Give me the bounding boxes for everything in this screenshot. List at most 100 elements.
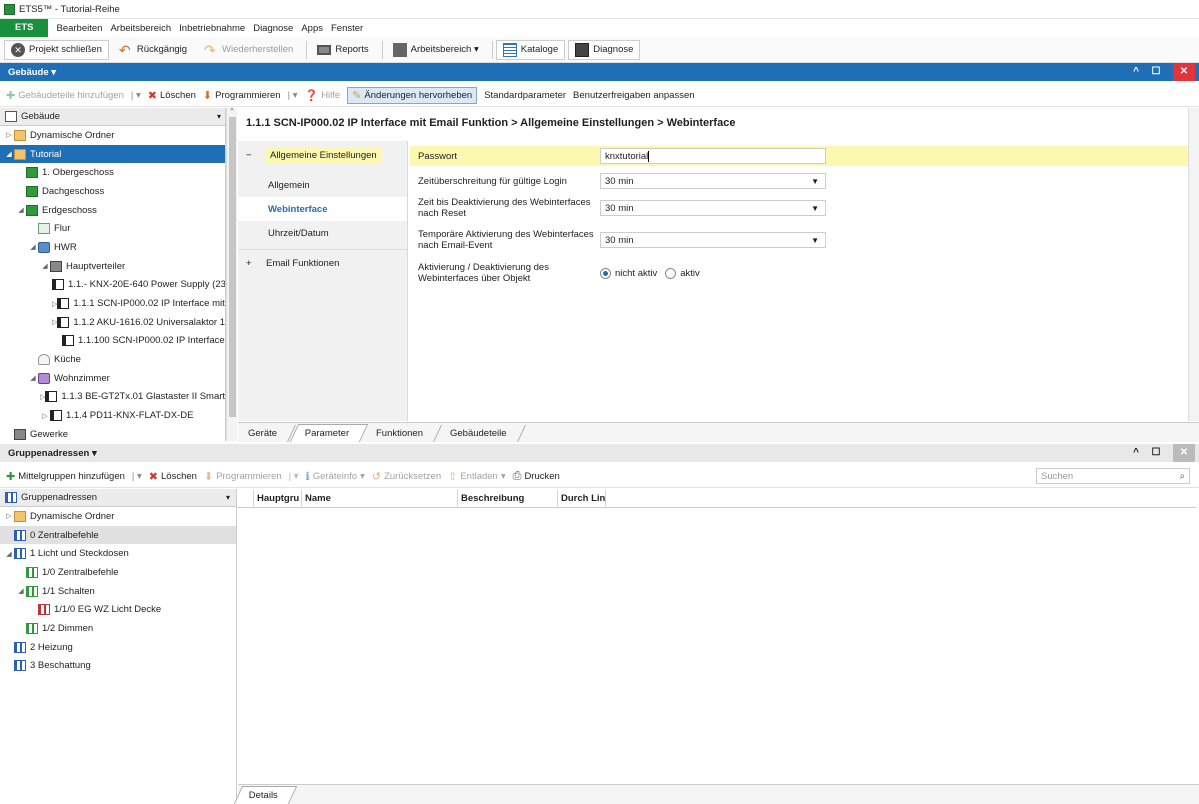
unload-button[interactable]: ⇧ Entladen ▾	[448, 470, 506, 483]
add-dropdown-arrow[interactable]: | ▾	[131, 90, 141, 101]
menu-bearbeiten[interactable]: Bearbeiten	[56, 23, 102, 34]
expand-toggle-icon[interactable]: ▷	[4, 131, 14, 139]
close-icon[interactable]: ✕	[1173, 444, 1195, 462]
login-timeout-select[interactable]: 30 min ▼	[600, 173, 826, 189]
chevron-up-icon[interactable]: ^	[1127, 444, 1145, 462]
group-addresses-panel-title[interactable]: Gruppenadressen ▾	[8, 448, 97, 459]
menu-inbetriebnahme[interactable]: Inbetriebnahme	[179, 23, 245, 34]
building-tree-item[interactable]: ◢ Tutorial	[0, 144, 225, 164]
building-tree-item[interactable]: ▷ Dynamische Ordner	[0, 126, 225, 145]
ets-menu-tab[interactable]: ETS	[0, 19, 49, 37]
column-name[interactable]: Name	[302, 489, 458, 508]
reports-button[interactable]: Reports	[310, 40, 375, 60]
program-button[interactable]: ⬇ Programmieren	[203, 89, 281, 102]
parameter-scrollbar[interactable]	[1188, 108, 1199, 421]
nav-item-allgemein[interactable]: Allgemein	[238, 173, 407, 197]
add-building-parts-button[interactable]: ✚ Gebäudeteile hinzufügen	[6, 89, 124, 102]
radio-nicht-aktiv-label[interactable]: nicht aktiv	[615, 268, 657, 279]
tab-funktionen[interactable]: Funktionen	[362, 425, 443, 442]
close-project-button[interactable]: ✕ Projekt schließen	[4, 39, 109, 60]
ga-program-dropdown-arrow[interactable]: | ▾	[289, 471, 299, 482]
expand-toggle-icon[interactable]: ◢	[28, 243, 38, 251]
building-tree-item[interactable]: ◢ Erdgeschoss	[0, 201, 225, 220]
ga-tree-item[interactable]: 1/2 Dimmen	[0, 619, 236, 638]
ga-delete-button[interactable]: ✖ Löschen	[149, 470, 197, 483]
delete-button[interactable]: ✖ Löschen	[148, 89, 196, 102]
building-tree-item[interactable]: Dachgeschoss	[0, 182, 225, 201]
building-tree-item[interactable]: ▷1.1.3 BE-GT2Tx.01 Glastaster II Smart m…	[0, 388, 225, 407]
building-tree-item[interactable]: ▷ 1.1.4 PD11-KNX-FLAT-DX-DE	[0, 406, 225, 425]
expand-toggle-icon[interactable]: ▷	[4, 512, 14, 520]
menu-fenster[interactable]: Fenster	[331, 23, 363, 34]
ga-program-button[interactable]: ⬇ Programmieren	[204, 470, 282, 483]
ga-tree-item[interactable]: 0 Zentralbefehle	[0, 525, 236, 545]
maximize-icon[interactable]: ☐	[1147, 63, 1165, 81]
expand-toggle-icon[interactable]: ◢	[28, 374, 38, 382]
radio-nicht-aktiv[interactable]	[600, 267, 611, 279]
column-beschreibung[interactable]: Beschreibung	[458, 489, 558, 508]
nav-group-general-settings[interactable]: − Allgemeine Einstellungen	[238, 141, 407, 169]
building-tree-item[interactable]: ▷ 1.1.1 SCN-IP000.02 IP Interface mit E..…	[0, 294, 225, 313]
add-dropdown-arrow[interactable]: | ▾	[132, 471, 142, 482]
expand-toggle-icon[interactable]: ◢	[40, 262, 50, 270]
tab-gebaeudeteile[interactable]: Gebäudeteile	[436, 425, 526, 442]
building-tree-item[interactable]: 1.1.- KNX-20E-640 Power Supply (230...	[0, 276, 225, 295]
tree-dropdown-arrow[interactable]: ▾	[226, 493, 230, 502]
close-icon[interactable]: ✕	[1173, 63, 1195, 81]
tab-details[interactable]: Details	[233, 786, 298, 804]
ga-tree-item[interactable]: 1/1/0 EG WZ Licht Decke	[0, 600, 236, 619]
add-middle-groups-button[interactable]: ✚ Mittelgruppen hinzufügen	[6, 470, 125, 483]
radio-aktiv-label[interactable]: aktiv	[680, 268, 700, 279]
diagnose-button[interactable]: Diagnose	[568, 39, 641, 60]
temp-activation-select[interactable]: 30 min ▼	[600, 232, 826, 248]
column-hauptgruppe[interactable]: Hauptgru	[254, 489, 302, 508]
expand-toggle-icon[interactable]: ◢	[4, 150, 14, 158]
nav-group-email-functions[interactable]: + Email Funktionen	[238, 249, 407, 277]
building-tree-item[interactable]: ▷1.1.2 AKU-1616.02 Universalaktor 16-f..…	[0, 313, 225, 332]
ga-tree-item[interactable]: ◢ 1/1 Schalten	[0, 582, 236, 601]
chevron-up-icon[interactable]: ^	[1127, 63, 1145, 81]
building-tree-item[interactable]: Flur	[0, 219, 225, 238]
ga-tree-item[interactable]: 2 Heizung	[0, 638, 236, 657]
program-dropdown-arrow[interactable]: | ▾	[288, 90, 298, 101]
ga-tree-item[interactable]: ▷ Dynamische Ordner	[0, 507, 236, 526]
deactivate-reset-select[interactable]: 30 min ▼	[600, 200, 826, 216]
maximize-icon[interactable]: ☐	[1147, 444, 1165, 462]
building-tree-item[interactable]: ◢ HWR	[0, 238, 225, 257]
password-input[interactable]: knxtutorial	[600, 148, 826, 164]
radio-aktiv[interactable]	[665, 267, 677, 279]
ga-tree-item[interactable]: ◢ 1 Licht und Steckdosen	[0, 544, 236, 563]
nav-item-webinterface[interactable]: Webinterface	[238, 197, 407, 221]
tab-geraete[interactable]: Geräte	[234, 425, 297, 442]
redo-button[interactable]: ↷ Wiederherstellen	[197, 40, 300, 60]
device-info-button[interactable]: ℹ Geräteinfo ▾	[306, 470, 365, 483]
tree-dropdown-arrow[interactable]: ▾	[217, 112, 221, 121]
catalogs-button[interactable]: Kataloge	[495, 39, 566, 60]
workspace-button[interactable]: Arbeitsbereich ▾	[386, 40, 486, 60]
expand-toggle-icon[interactable]: ▷	[40, 412, 50, 420]
building-tree-scrollbar[interactable]: ^	[226, 108, 237, 441]
building-tree-item[interactable]: Gewerke	[0, 425, 225, 441]
highlight-changes-button[interactable]: ✎ Änderungen hervorheben	[347, 87, 478, 104]
expand-toggle-icon[interactable]: ◢	[4, 550, 14, 558]
menu-diagnose[interactable]: Diagnose	[253, 23, 293, 34]
building-tree-item[interactable]: ◢ Hauptverteiler	[0, 257, 225, 276]
ga-tree-item[interactable]: 3 Beschattung	[0, 657, 236, 676]
expand-toggle-icon[interactable]: ◢	[16, 206, 26, 214]
expand-plus-icon[interactable]: +	[246, 258, 266, 269]
building-tree-item[interactable]: Küche	[0, 350, 225, 369]
building-tree-item[interactable]: 1. Obergeschoss	[0, 163, 225, 182]
expand-toggle-icon[interactable]: ◢	[16, 587, 26, 595]
collapse-minus-icon[interactable]: −	[246, 150, 266, 161]
ga-tree-item[interactable]: 1/0 Zentralbefehle	[0, 563, 236, 582]
building-tree-item[interactable]: ◢ Wohnzimmer	[0, 369, 225, 388]
user-rights-button[interactable]: Benutzerfreigaben anpassen	[573, 90, 694, 101]
undo-button[interactable]: ↶ Rückgängig	[112, 40, 194, 60]
reset-button[interactable]: ↺ Zurücksetzen	[372, 470, 441, 483]
building-tree-header[interactable]: Gebäude ▾	[0, 108, 225, 126]
default-params-button[interactable]: Standardparameter	[484, 90, 566, 101]
help-button[interactable]: ❓ Hilfe	[304, 89, 340, 102]
menu-arbeitsbereich[interactable]: Arbeitsbereich	[110, 23, 171, 34]
building-tree-item[interactable]: 1.1.100 SCN-IP000.02 IP Interface	[0, 332, 225, 351]
nav-item-uhrzeit-datum[interactable]: Uhrzeit/Datum	[238, 221, 407, 245]
